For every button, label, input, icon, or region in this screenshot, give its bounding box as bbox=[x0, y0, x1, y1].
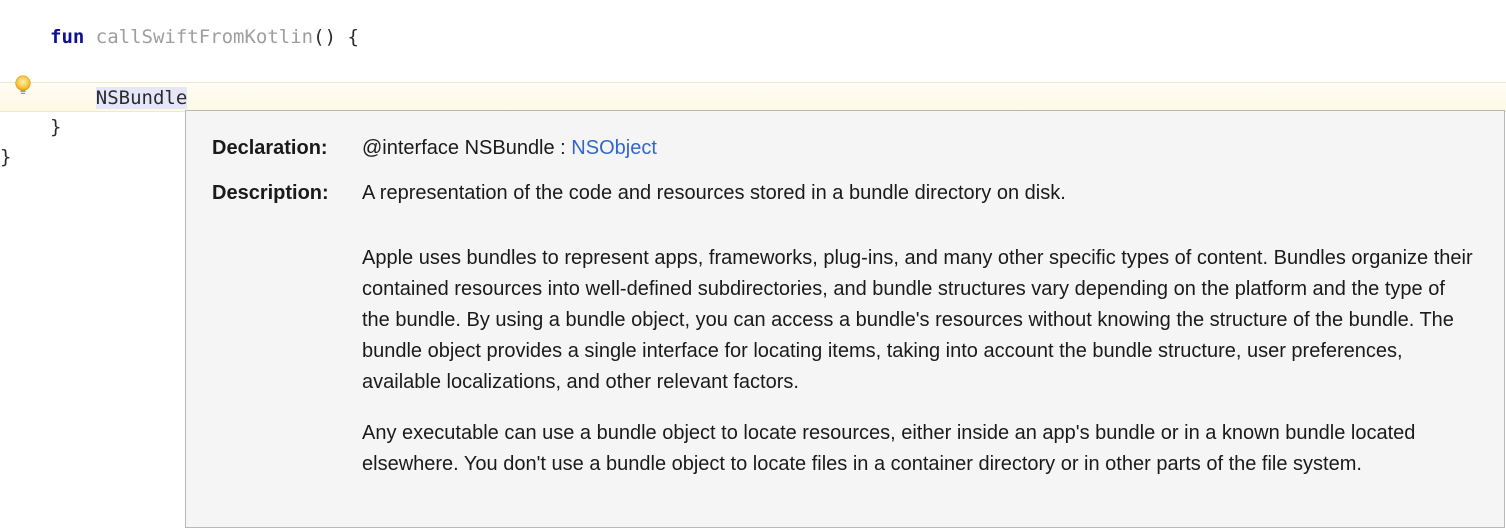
function-name: callSwiftFromKotlin bbox=[96, 26, 313, 48]
description-summary: A representation of the code and resourc… bbox=[362, 178, 1478, 229]
documentation-popup: Declaration: @interface NSBundle : NSObj… bbox=[185, 110, 1505, 528]
declaration-superclass-link[interactable]: NSObject bbox=[571, 137, 657, 159]
open-brace: { bbox=[336, 26, 359, 48]
declaration-label: Declaration: bbox=[212, 133, 362, 164]
parens: () bbox=[313, 26, 336, 48]
code-line-1[interactable]: fun callSwiftFromKotlin() { bbox=[0, 22, 1506, 52]
description-row: Description: A representation of the cod… bbox=[212, 178, 1478, 229]
declaration-content: @interface NSBundle : NSObject bbox=[362, 133, 1478, 164]
description-body: Apple uses bundles to represent apps, fr… bbox=[212, 243, 1478, 480]
code-line-highlighted[interactable]: NSBundle bbox=[0, 82, 1506, 112]
description-paragraph-1: Apple uses bundles to represent apps, fr… bbox=[362, 243, 1478, 398]
intention-bulb-icon[interactable] bbox=[12, 74, 34, 96]
keyword-fun: fun bbox=[50, 26, 84, 48]
description-label: Description: bbox=[212, 178, 362, 229]
declaration-row: Declaration: @interface NSBundle : NSObj… bbox=[212, 133, 1478, 164]
identifier-nsbundle[interactable]: NSBundle bbox=[96, 87, 188, 109]
declaration-prefix: @interface NSBundle : bbox=[362, 137, 571, 159]
description-paragraph-2: Any executable can use a bundle object t… bbox=[362, 418, 1478, 480]
code-line-blank[interactable] bbox=[0, 52, 1506, 82]
